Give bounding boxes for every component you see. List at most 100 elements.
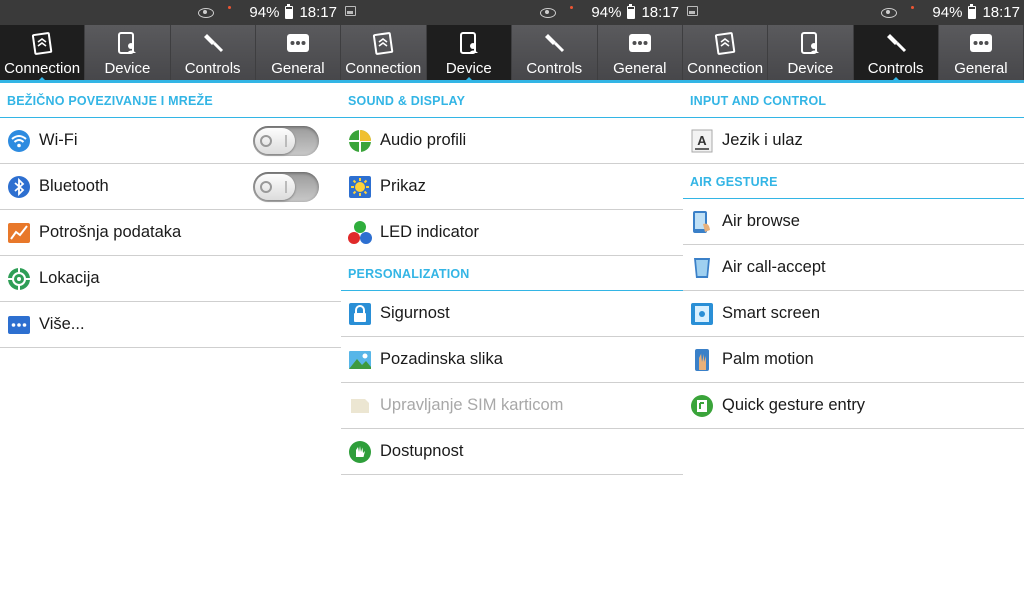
tab-general[interactable]: General	[597, 25, 683, 80]
tab-label: General	[954, 60, 1008, 77]
sim-card-icon	[347, 393, 373, 419]
settings-item-lokacija[interactable]: Lokacija	[0, 256, 341, 302]
settings-item-label: Bluetooth	[39, 177, 109, 195]
settings-item-pozadinska-slika[interactable]: Pozadinska slika	[341, 337, 683, 383]
connection-tab-icon	[29, 30, 55, 56]
settings-item-label: Jezik i ulaz	[722, 131, 803, 149]
tab-label: Connection	[4, 60, 81, 77]
section-header: AIR GESTURE	[683, 164, 1024, 199]
quick-gesture-icon	[689, 393, 715, 419]
settings-item-wi-fi[interactable]: Wi-Fi	[0, 118, 341, 164]
settings-item-vise[interactable]: Više...	[0, 302, 341, 348]
screenshot-notification-icon	[345, 6, 356, 16]
settings-panel-device: 94% 18:17 Connection Device Controls General S…	[341, 0, 683, 606]
settings-item-smart-screen[interactable]: Smart screen	[683, 291, 1024, 337]
clock: 18:17	[299, 4, 337, 21]
tab-controls[interactable]: Controls	[170, 25, 256, 80]
tab-device[interactable]: Device	[768, 25, 854, 80]
settings-tab-bar: Connection Device Controls General	[0, 25, 341, 83]
tab-label: Device	[787, 60, 834, 77]
palm-motion-icon	[689, 347, 715, 373]
section-header: BEŽIČNO POVEZIVANJE I MREŽE	[0, 83, 341, 118]
general-tab-icon	[285, 30, 311, 56]
settings-item-label: Prikaz	[380, 177, 426, 195]
battery-icon	[627, 4, 636, 19]
display-icon	[347, 174, 373, 200]
clock: 18:17	[982, 4, 1020, 21]
battery-percent: 94%	[932, 4, 963, 21]
tab-label: Device	[445, 60, 492, 77]
settings-item-upravljanje-sim-karticom: Upravljanje SIM karticom	[341, 383, 683, 429]
tab-device[interactable]: Device	[426, 25, 512, 83]
toggle-knob	[255, 174, 295, 200]
section-header: PERSONALIZATION	[341, 256, 683, 291]
settings-item-prikaz[interactable]: Prikaz	[341, 164, 683, 210]
wifi-icon	[6, 128, 32, 154]
settings-item-air-call-accept[interactable]: Air call-accept	[683, 245, 1024, 291]
tab-label: Controls	[184, 60, 241, 77]
screenshot-notification-icon	[687, 6, 698, 16]
tab-general[interactable]: General	[255, 25, 341, 80]
settings-item-air-browse[interactable]: Air browse	[683, 199, 1024, 245]
settings-item-label: Smart screen	[722, 304, 821, 322]
audio-profile-icon	[347, 128, 373, 154]
status-bar: 94% 18:17	[341, 0, 683, 25]
settings-item-quick-gesture-entry[interactable]: Quick gesture entry	[683, 383, 1024, 429]
settings-item-audio-profili[interactable]: Audio profili	[341, 118, 683, 164]
settings-item-label: Upravljanje SIM karticom	[380, 396, 564, 414]
tab-label: Device	[104, 60, 151, 77]
device-tab-icon	[456, 30, 482, 56]
general-tab-icon	[627, 30, 653, 56]
settings-item-sigurnost[interactable]: Sigurnost	[341, 291, 683, 337]
settings-item-label: Wi-Fi	[39, 131, 78, 149]
settings-item-label: LED indicator	[380, 223, 480, 241]
settings-item-jezik-i-ulaz[interactable]: A Jezik i ulaz	[683, 118, 1024, 164]
bluetooth-icon	[6, 174, 32, 200]
connection-tab-icon	[370, 30, 396, 56]
air-call-accept-icon	[689, 255, 715, 281]
settings-item-potrosnja-podataka[interactable]: Potrošnja podataka	[0, 210, 341, 256]
svg-text:A: A	[697, 133, 707, 148]
tab-controls[interactable]: Controls	[853, 25, 939, 83]
smart-stay-eye-icon	[198, 7, 215, 18]
tab-label: Controls	[526, 60, 583, 77]
settings-item-bluetooth[interactable]: Bluetooth	[0, 164, 341, 210]
settings-item-led-indicator[interactable]: LED indicator	[341, 210, 683, 256]
wi-fi-toggle[interactable]	[253, 126, 319, 156]
settings-panel-controls: 94% 18:17 Connection Device Controls General I…	[683, 0, 1024, 606]
tab-label: General	[271, 60, 325, 77]
tab-connection[interactable]: Connection	[0, 25, 86, 83]
section-header: INPUT AND CONTROL	[683, 83, 1024, 118]
tab-general[interactable]: General	[938, 25, 1024, 80]
bluetooth-toggle[interactable]	[253, 172, 319, 202]
notification-dot-icon	[228, 6, 232, 9]
settings-item-label: Quick gesture entry	[722, 396, 866, 414]
settings-item-label: Palm motion	[722, 350, 814, 368]
controls-tab-icon	[200, 30, 226, 56]
battery-icon	[968, 4, 977, 19]
led-indicator-icon	[347, 220, 373, 246]
settings-item-palm-motion[interactable]: Palm motion	[683, 337, 1024, 383]
wallpaper-icon	[347, 347, 373, 373]
smart-stay-eye-icon	[540, 7, 557, 18]
smart-screen-icon	[689, 301, 715, 327]
status-bar: 94% 18:17	[0, 0, 341, 25]
tab-label: Controls	[867, 60, 924, 77]
tab-controls[interactable]: Controls	[512, 25, 598, 80]
settings-item-label: Lokacija	[39, 269, 100, 287]
accessibility-icon	[347, 439, 373, 465]
battery-icon	[285, 4, 294, 19]
settings-item-dostupnost[interactable]: Dostupnost	[341, 429, 683, 475]
device-tab-icon	[797, 30, 823, 56]
settings-item-label: Air browse	[722, 212, 800, 230]
battery-percent: 94%	[591, 4, 622, 21]
air-browse-icon	[689, 209, 715, 235]
tab-label: Connection	[687, 60, 764, 77]
tab-connection[interactable]: Connection	[683, 25, 769, 80]
tab-device[interactable]: Device	[85, 25, 171, 80]
tab-connection[interactable]: Connection	[341, 25, 427, 80]
general-tab-icon	[968, 30, 994, 56]
settings-item-label: Air call-accept	[722, 258, 826, 276]
toggle-knob	[255, 128, 295, 154]
settings-item-label: Pozadinska slika	[380, 350, 503, 368]
